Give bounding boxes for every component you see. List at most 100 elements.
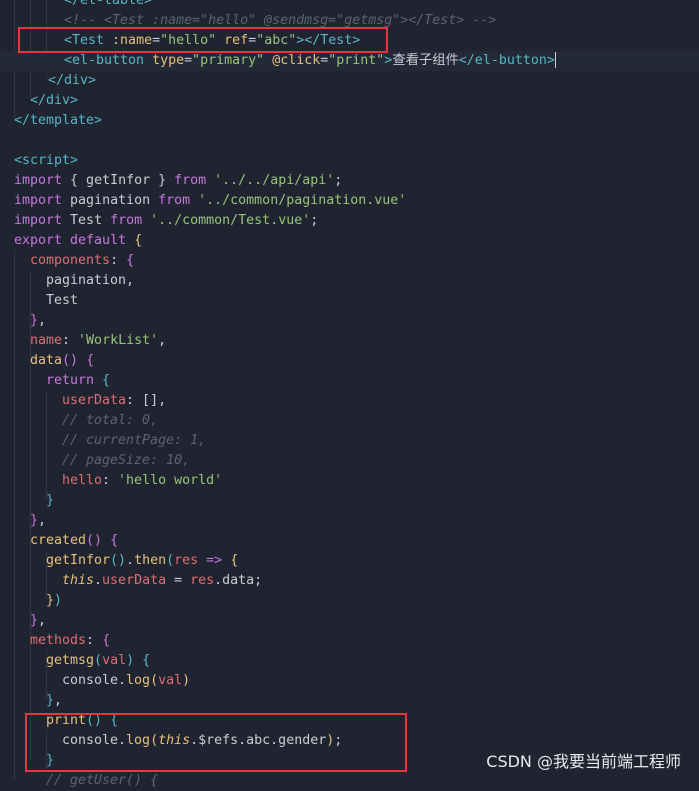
code-token: { <box>110 533 119 548</box>
code-token: getmsg <box>46 653 95 668</box>
code-line: }) <box>0 591 62 611</box>
code-line: } <box>0 751 54 771</box>
code-token: hello <box>62 473 103 488</box>
code-line: // pageSize: 10, <box>0 451 190 471</box>
code-line: components: { <box>0 251 134 271</box>
code-token: . <box>126 553 135 568</box>
code-line: <script> <box>0 151 78 171</box>
code-token: </div> <box>30 93 79 108</box>
code-token: () <box>62 353 79 368</box>
code-token: this <box>62 573 95 588</box>
code-line: </el-table> <box>0 0 152 11</box>
code-token: => <box>206 553 223 568</box>
code-token: from <box>110 213 151 228</box>
code-token: :name <box>112 33 153 48</box>
code-token: pagination, <box>46 273 135 288</box>
code-line: methods: { <box>0 631 110 651</box>
code-token: ( <box>166 553 175 568</box>
code-token: export default <box>14 233 135 248</box>
code-token: ; <box>334 733 343 748</box>
code-token: , <box>158 333 167 348</box>
code-token: this <box>158 733 191 748</box>
code-token: ></Test> <box>296 33 361 48</box>
code-line: }, <box>0 511 46 531</box>
csdn-watermark: CSDN @我要当前端工程师 <box>486 752 681 771</box>
code-token: { <box>134 233 143 248</box>
code-token: userData <box>102 573 167 588</box>
code-token: : <box>110 253 127 268</box>
code-token: log <box>126 733 151 748</box>
code-token: // total: 0, <box>62 413 159 428</box>
code-token: : <box>86 633 103 648</box>
code-token: Test <box>70 213 111 228</box>
code-line: Test <box>0 291 78 311</box>
code-token: <!-- <Test :name="hello" @sendmsg="getms… <box>64 13 497 28</box>
code-line: getmsg(val) { <box>0 651 150 671</box>
code-token: val <box>102 653 127 668</box>
code-token: from <box>158 193 199 208</box>
code-token: ) <box>182 673 191 688</box>
code-token: : <box>62 333 79 348</box>
code-line: print() { <box>0 711 118 731</box>
code-editor[interactable]: </el-table> <!-- <Test :name="hello" @sen… <box>0 0 699 788</box>
code-token: .data; <box>214 573 263 588</box>
code-line: console.log(this.$refs.abc.gender); <box>0 731 342 751</box>
code-line: <!-- <Test :name="hello" @sendmsg="getms… <box>0 11 496 31</box>
code-token: type <box>152 53 185 68</box>
code-token: { <box>230 553 239 568</box>
code-token: return <box>46 373 103 388</box>
code-token: : <box>102 473 119 488</box>
code-line: import pagination from '../common/pagina… <box>0 191 406 211</box>
code-token: { <box>102 633 111 648</box>
code-token: . <box>94 573 103 588</box>
code-line: import { getInfor } from '../../api/api'… <box>0 171 342 191</box>
code-token: then <box>134 553 167 568</box>
code-token: Test <box>46 293 79 308</box>
code-token: import <box>14 213 71 228</box>
code-line: getInfor().then(res => { <box>0 551 238 571</box>
code-token: '../common/pagination.vue' <box>198 193 407 208</box>
code-token: ref <box>224 33 249 48</box>
code-token: // currentPage: 1, <box>62 433 207 448</box>
code-token: } <box>30 313 39 328</box>
code-line: } <box>0 491 54 511</box>
code-line: }, <box>0 691 62 711</box>
code-line: name: 'WorkList', <box>0 331 166 351</box>
code-line: }, <box>0 311 46 331</box>
code-token: // getUser() { <box>46 773 159 788</box>
code-token: name <box>30 333 63 348</box>
code-token: import <box>14 193 71 208</box>
code-token: : [], <box>126 393 167 408</box>
code-token: // pageSize: 10, <box>62 453 191 468</box>
code-line: <Test :name="hello" ref="abc"></Test> <box>0 31 360 51</box>
code-token: { getInfor } <box>70 173 175 188</box>
code-line: // total: 0, <box>0 411 158 431</box>
code-token: <script> <box>14 153 79 168</box>
code-token: { <box>126 253 135 268</box>
code-token: = <box>152 33 161 48</box>
code-token: getInfor <box>46 553 111 568</box>
code-token: res <box>174 553 199 568</box>
code-token: ) <box>54 593 63 608</box>
code-token: } <box>30 613 39 628</box>
code-token: { <box>102 373 111 388</box>
code-token: </el-table> <box>64 0 153 8</box>
code-token: created <box>30 533 87 548</box>
code-token: , <box>38 513 47 528</box>
code-token: ) <box>126 653 135 668</box>
code-token: ( <box>150 733 159 748</box>
code-token: ( <box>150 673 159 688</box>
code-token: res <box>190 573 215 588</box>
code-token: </el-button> <box>458 53 555 68</box>
code-token: ; <box>334 173 343 188</box>
code-token: , <box>54 693 63 708</box>
code-token: = <box>248 33 257 48</box>
code-token: @click <box>272 53 321 68</box>
